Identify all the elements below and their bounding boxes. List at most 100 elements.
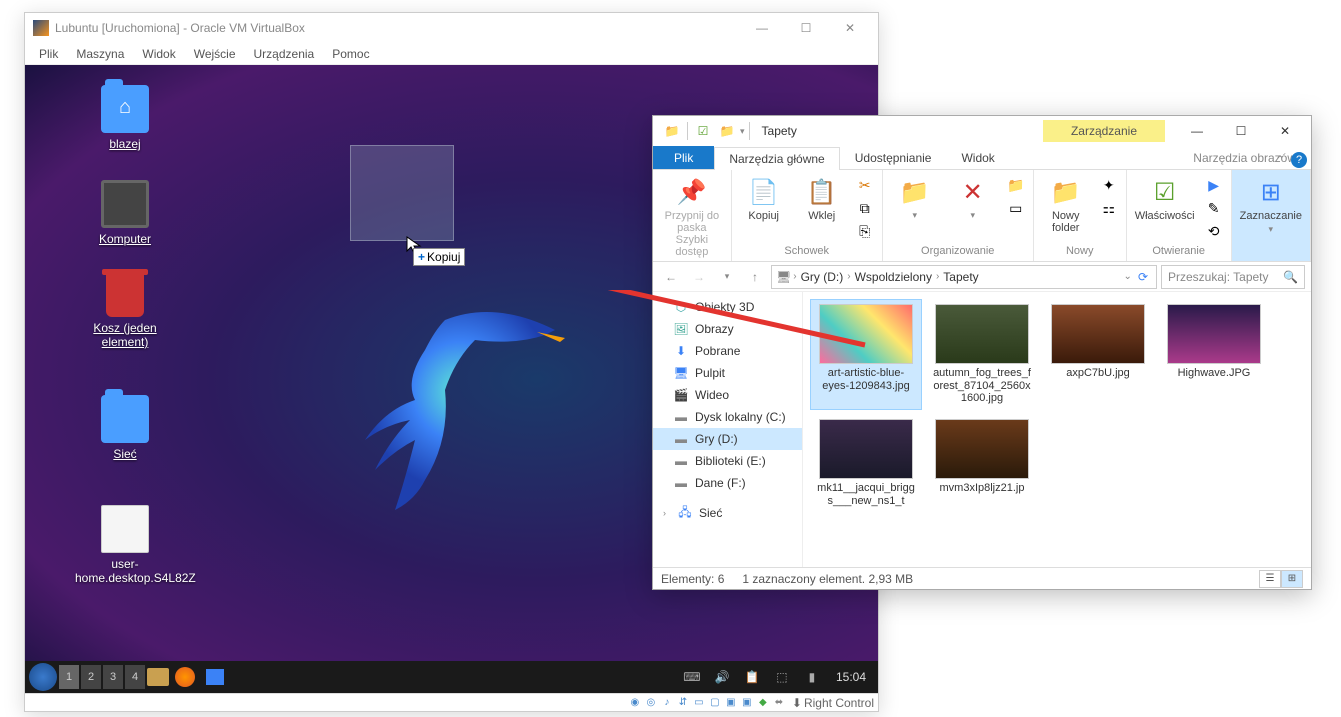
view-icons-button[interactable]: ⊞ bbox=[1281, 570, 1303, 588]
nav-recent-button[interactable]: ▾ bbox=[715, 265, 739, 289]
edit-button[interactable]: ✎ bbox=[1203, 197, 1225, 219]
properties-button[interactable]: ☑Właściwości bbox=[1133, 174, 1197, 224]
menu-machine[interactable]: Maszyna bbox=[68, 45, 132, 63]
status-folder-icon[interactable]: ▭ bbox=[692, 696, 706, 710]
tray-keyboard-icon[interactable]: ⌨ bbox=[678, 663, 706, 691]
status-audio-icon[interactable]: ♪ bbox=[660, 696, 674, 710]
paste-button[interactable]: 📋Wklej bbox=[796, 174, 848, 224]
pin-button[interactable]: 📌Przypnij do paska Szybki dostęp bbox=[659, 174, 725, 260]
history-button[interactable]: ⟲ bbox=[1203, 220, 1225, 242]
crumb-dropdown-icon[interactable]: ⌄ bbox=[1124, 271, 1132, 282]
qat-folder-icon[interactable]: 📁 bbox=[661, 120, 683, 142]
desktop-switch-3[interactable]: 3 bbox=[103, 665, 123, 689]
desktop-icon-network[interactable]: Sieć bbox=[75, 395, 175, 461]
navigation-pane[interactable]: ⬡Obiekty 3D 🖼Obrazy ⬇Pobrane 🖥Pulpit 🎬Wi… bbox=[653, 292, 803, 567]
copy-button[interactable]: 📄Kopiuj bbox=[738, 174, 790, 224]
status-cpu-icon[interactable]: ◆ bbox=[756, 696, 770, 710]
close-button[interactable]: ✕ bbox=[830, 16, 870, 40]
nav-disk-c[interactable]: ▬Dysk lokalny (C:) bbox=[653, 406, 802, 428]
copyto-button[interactable]: 📁 bbox=[1005, 174, 1027, 196]
refresh-icon[interactable]: ⟳ bbox=[1138, 270, 1148, 284]
nav-disk-f[interactable]: ▬Dane (F:) bbox=[653, 472, 802, 494]
status-capture-icon[interactable]: ▣ bbox=[724, 696, 738, 710]
select-button[interactable]: ⊞Zaznaczanie▾ bbox=[1238, 174, 1304, 237]
tab-share[interactable]: Udostępnianie bbox=[840, 146, 947, 169]
taskbar-firefox-icon[interactable] bbox=[171, 663, 199, 691]
nav-desktop[interactable]: 🖥Pulpit bbox=[653, 362, 802, 384]
desktop-switch-4[interactable]: 4 bbox=[125, 665, 145, 689]
vbox-titlebar[interactable]: Lubuntu [Uruchomiona] - Oracle VM Virtua… bbox=[25, 13, 878, 43]
desktop-icon-home[interactable]: ⌂ blazej bbox=[75, 85, 175, 151]
maximize-button[interactable]: ☐ bbox=[786, 16, 826, 40]
qat-newfolder-icon[interactable]: 📁 bbox=[716, 120, 738, 142]
hostkey-indicator[interactable]: ⬇Right Control bbox=[792, 696, 874, 710]
qat-dropdown-icon[interactable]: ▾ bbox=[740, 126, 745, 137]
menu-file[interactable]: Plik bbox=[31, 45, 66, 63]
file-item[interactable]: axpC7bU.jpg bbox=[1043, 300, 1153, 409]
file-item[interactable]: Highwave.JPG bbox=[1159, 300, 1269, 409]
ribbon-collapse-icon[interactable]: ⌃ bbox=[1275, 153, 1285, 167]
nav-images[interactable]: 🖼Obrazy bbox=[653, 318, 802, 340]
status-display-icon[interactable]: ▢ bbox=[708, 696, 722, 710]
minimize-button[interactable]: — bbox=[742, 16, 782, 40]
tab-view[interactable]: Widok bbox=[946, 146, 1009, 169]
desktop-icon-trash[interactable]: Kosz (jeden element) bbox=[75, 275, 175, 349]
status-disk-icon[interactable]: ◉ bbox=[628, 696, 642, 710]
open-button[interactable]: ▶ bbox=[1203, 174, 1225, 196]
start-button[interactable] bbox=[29, 663, 57, 691]
help-icon[interactable]: ? bbox=[1291, 152, 1307, 168]
qat-properties-icon[interactable]: ☑ bbox=[692, 120, 714, 142]
explorer-titlebar[interactable]: 📁 ☑ 📁 ▾ Tapety Zarządzanie — ☐ ✕ bbox=[653, 116, 1311, 146]
maximize-button[interactable]: ☐ bbox=[1219, 117, 1263, 145]
moveto-button[interactable]: 📁▾ bbox=[889, 174, 941, 223]
file-item[interactable]: mvm3xIp8ljz21.jp bbox=[927, 415, 1037, 511]
status-record-icon[interactable]: ▣ bbox=[740, 696, 754, 710]
taskbar-files-icon[interactable] bbox=[147, 668, 169, 686]
desktop-switch-1[interactable]: 1 bbox=[59, 665, 79, 689]
nav-forward-button[interactable]: → bbox=[687, 265, 711, 289]
status-usb-icon[interactable]: ⇵ bbox=[676, 696, 690, 710]
files-pane[interactable]: art-artistic-blue-eyes-1209843.jpg autum… bbox=[803, 292, 1311, 567]
breadcrumb[interactable]: 🖥 › Gry (D:)› Wspoldzielony› Tapety ⌄ ⟳ bbox=[771, 265, 1157, 289]
status-cd-icon[interactable]: ◎ bbox=[644, 696, 658, 710]
tray-clipboard-icon[interactable]: 📋 bbox=[738, 663, 766, 691]
file-item[interactable]: art-artistic-blue-eyes-1209843.jpg bbox=[811, 300, 921, 409]
search-input[interactable]: Przeszukaj: Tapety🔍 bbox=[1161, 265, 1305, 289]
nav-up-button[interactable]: ↑ bbox=[743, 265, 767, 289]
taskbar-clock[interactable]: 15:04 bbox=[828, 670, 874, 684]
close-button[interactable]: ✕ bbox=[1263, 117, 1307, 145]
manage-tab[interactable]: Zarządzanie bbox=[1043, 120, 1165, 142]
tab-file[interactable]: Plik bbox=[653, 146, 714, 169]
nav-disk-e[interactable]: ▬Biblioteki (E:) bbox=[653, 450, 802, 472]
menu-help[interactable]: Pomoc bbox=[324, 45, 377, 63]
tray-volume-icon[interactable]: 🔊 bbox=[708, 663, 736, 691]
nav-objects3d[interactable]: ⬡Obiekty 3D bbox=[653, 296, 802, 318]
desktop-icon-file[interactable]: user-home.desktop.S4L82Z bbox=[75, 505, 175, 585]
desktop-switch-2[interactable]: 2 bbox=[81, 665, 101, 689]
menu-view[interactable]: Widok bbox=[134, 45, 183, 63]
tab-home[interactable]: Narzędzia główne bbox=[714, 147, 839, 170]
tray-battery-icon[interactable]: ▮ bbox=[798, 663, 826, 691]
nav-back-button[interactable]: ← bbox=[659, 265, 683, 289]
nav-downloads[interactable]: ⬇Pobrane bbox=[653, 340, 802, 362]
menu-devices[interactable]: Urządzenia bbox=[246, 45, 323, 63]
newfolder-button[interactable]: 📁Nowy folder bbox=[1040, 174, 1092, 236]
status-mouse-icon[interactable]: ⬌ bbox=[772, 696, 786, 710]
taskbar-app-icon[interactable] bbox=[201, 663, 229, 691]
nav-videos[interactable]: 🎬Wideo bbox=[653, 384, 802, 406]
paste-shortcut-button[interactable]: ⎘ bbox=[854, 220, 876, 242]
easyaccess-button[interactable]: ⚏ bbox=[1098, 197, 1120, 219]
cut-button[interactable]: ✂ bbox=[854, 174, 876, 196]
view-details-button[interactable]: ☰ bbox=[1259, 570, 1281, 588]
minimize-button[interactable]: — bbox=[1175, 117, 1219, 145]
desktop-icon-computer[interactable]: Komputer bbox=[75, 180, 175, 246]
nav-network[interactable]: ›🖧Sieć bbox=[653, 502, 802, 524]
nav-disk-d[interactable]: ▬Gry (D:) bbox=[653, 428, 802, 450]
copy-path-button[interactable]: ⧉ bbox=[854, 197, 876, 219]
file-item[interactable]: mk11__jacqui_briggs___new_ns1_t bbox=[811, 415, 921, 511]
file-item[interactable]: autumn_fog_trees_forest_87104_2560x1600.… bbox=[927, 300, 1037, 409]
rename-button[interactable]: ▭ bbox=[1005, 197, 1027, 219]
delete-button[interactable]: ✕▾ bbox=[947, 174, 999, 223]
newitem-button[interactable]: ✦ bbox=[1098, 174, 1120, 196]
tray-network-icon[interactable]: ⬚ bbox=[768, 663, 796, 691]
